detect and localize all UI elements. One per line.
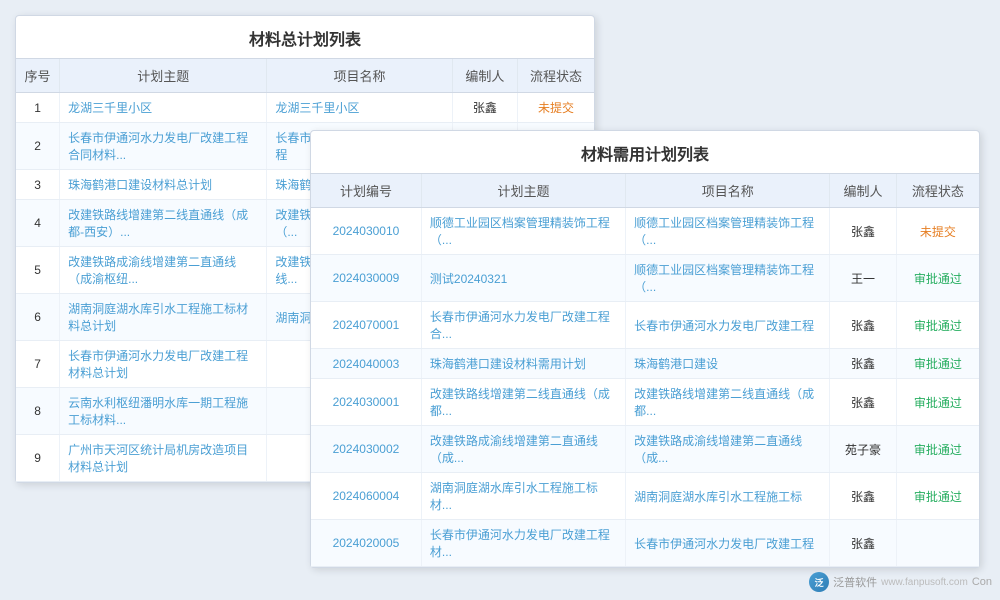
cell-code[interactable]: 2024030002 [311, 426, 421, 473]
table-row[interactable]: 2024020005 长春市伊通河水力发电厂改建工程材... 长春市伊通河水力发… [311, 520, 979, 567]
cell-status: 审批通过 [896, 255, 979, 302]
con-label: Con [972, 576, 992, 588]
cell-project[interactable]: 顺德工业园区档案管理精装饰工程（... [626, 208, 830, 255]
watermark-url: www.fanpusoft.com [881, 577, 968, 588]
table-row[interactable]: 2024030009 测试20240321 顺德工业园区档案管理精装饰工程（..… [311, 255, 979, 302]
cell-seq: 3 [16, 170, 60, 200]
cell-seq: 2 [16, 123, 60, 170]
cell-seq: 6 [16, 294, 60, 341]
cell-theme[interactable]: 珠海鹤港口建设材料需用计划 [421, 349, 625, 379]
cell-seq: 4 [16, 200, 60, 247]
col-seq: 序号 [16, 59, 60, 93]
table-row[interactable]: 2024070001 长春市伊通河水力发电厂改建工程合... 长春市伊通河水力发… [311, 302, 979, 349]
cell-theme[interactable]: 改建铁路成渝线增建第二直通线（成... [421, 426, 625, 473]
cell-project[interactable]: 长春市伊通河水力发电厂改建工程 [626, 520, 830, 567]
table-row[interactable]: 2024040003 珠海鹤港口建设材料需用计划 珠海鹤港口建设 张鑫 审批通过 [311, 349, 979, 379]
cell-editor: 王一 [830, 255, 896, 302]
cell-editor: 张鑫 [830, 208, 896, 255]
table-row[interactable]: 2024060004 湖南洞庭湖水库引水工程施工标材... 湖南洞庭湖水库引水工… [311, 473, 979, 520]
watermark-logo: 泛 [809, 572, 829, 592]
cell-code[interactable]: 2024030009 [311, 255, 421, 302]
cell-seq: 9 [16, 435, 60, 482]
cell-status: 未提交 [896, 208, 979, 255]
table-total-header: 序号 计划主题 项目名称 编制人 流程状态 [16, 59, 594, 93]
cell-project[interactable]: 龙湖三千里小区 [267, 93, 452, 123]
cell-theme[interactable]: 龙湖三千里小区 [60, 93, 267, 123]
cell-seq: 5 [16, 247, 60, 294]
panel-material-need: 材料需用计划列表 计划编号 计划主题 项目名称 编制人 流程状态 2024030… [310, 130, 980, 568]
cell-theme[interactable]: 长春市伊通河水力发电厂改建工程材料总计划 [60, 341, 267, 388]
panel-need-title: 材料需用计划列表 [311, 131, 979, 174]
cell-theme[interactable]: 顺德工业园区档案管理精装饰工程（... [421, 208, 625, 255]
table-material-need: 计划编号 计划主题 项目名称 编制人 流程状态 2024030010 顺德工业园… [311, 174, 979, 567]
cell-code[interactable]: 2024060004 [311, 473, 421, 520]
cell-status: 审批通过 [896, 349, 979, 379]
cell-project[interactable]: 长春市伊通河水力发电厂改建工程 [626, 302, 830, 349]
watermark-text: 泛普软件 [833, 574, 877, 590]
col-project: 项目名称 [626, 174, 830, 208]
cell-status: 审批通过 [896, 473, 979, 520]
cell-code[interactable]: 2024020005 [311, 520, 421, 567]
cell-editor: 苑子豪 [830, 426, 896, 473]
cell-code[interactable]: 2024030001 [311, 379, 421, 426]
cell-status [896, 520, 979, 567]
cell-seq: 7 [16, 341, 60, 388]
col-theme: 计划主题 [421, 174, 625, 208]
cell-status: 未提交 [518, 93, 594, 123]
cell-theme[interactable]: 改建铁路线增建第二线直通线（成都... [421, 379, 625, 426]
table-row[interactable]: 1 龙湖三千里小区 龙湖三千里小区 张鑫 未提交 [16, 93, 594, 123]
cell-code[interactable]: 2024070001 [311, 302, 421, 349]
cell-theme[interactable]: 长春市伊通河水力发电厂改建工程合同材料... [60, 123, 267, 170]
cell-theme[interactable]: 改建铁路线增建第二线直通线（成都-西安）... [60, 200, 267, 247]
cell-project[interactable]: 顺德工业园区档案管理精装饰工程（... [626, 255, 830, 302]
cell-editor: 张鑫 [830, 520, 896, 567]
panel-total-title: 材料总计划列表 [16, 16, 594, 59]
cell-theme[interactable]: 珠海鹤港口建设材料总计划 [60, 170, 267, 200]
col-editor: 编制人 [452, 59, 517, 93]
col-theme: 计划主题 [60, 59, 267, 93]
cell-editor: 张鑫 [452, 93, 517, 123]
cell-code[interactable]: 2024030010 [311, 208, 421, 255]
table-row[interactable]: 2024030002 改建铁路成渝线增建第二直通线（成... 改建铁路成渝线增建… [311, 426, 979, 473]
cell-editor: 张鑫 [830, 473, 896, 520]
cell-theme[interactable]: 长春市伊通河水力发电厂改建工程合... [421, 302, 625, 349]
table-row[interactable]: 2024030001 改建铁路线增建第二线直通线（成都... 改建铁路线增建第二… [311, 379, 979, 426]
col-code: 计划编号 [311, 174, 421, 208]
cell-code[interactable]: 2024040003 [311, 349, 421, 379]
cell-status: 审批通过 [896, 302, 979, 349]
cell-theme[interactable]: 湖南洞庭湖水库引水工程施工标材料总计划 [60, 294, 267, 341]
table-row[interactable]: 2024030010 顺德工业园区档案管理精装饰工程（... 顺德工业园区档案管… [311, 208, 979, 255]
col-status: 流程状态 [896, 174, 979, 208]
cell-theme[interactable]: 云南水利枢纽潘明水库一期工程施工标材料... [60, 388, 267, 435]
cell-status: 审批通过 [896, 426, 979, 473]
cell-seq: 8 [16, 388, 60, 435]
col-status: 流程状态 [518, 59, 594, 93]
cell-theme[interactable]: 湖南洞庭湖水库引水工程施工标材... [421, 473, 625, 520]
cell-project[interactable]: 珠海鹤港口建设 [626, 349, 830, 379]
cell-editor: 张鑫 [830, 349, 896, 379]
cell-seq: 1 [16, 93, 60, 123]
watermark: 泛 泛普软件 www.fanpusoft.com Con [809, 572, 992, 592]
cell-editor: 张鑫 [830, 302, 896, 349]
cell-project[interactable]: 湖南洞庭湖水库引水工程施工标 [626, 473, 830, 520]
cell-theme[interactable]: 广州市天河区统计局机房改造项目材料总计划 [60, 435, 267, 482]
table-need-header: 计划编号 计划主题 项目名称 编制人 流程状态 [311, 174, 979, 208]
cell-status: 审批通过 [896, 379, 979, 426]
cell-theme[interactable]: 测试20240321 [421, 255, 625, 302]
cell-project[interactable]: 改建铁路线增建第二线直通线（成都... [626, 379, 830, 426]
col-editor: 编制人 [830, 174, 896, 208]
col-project: 项目名称 [267, 59, 452, 93]
cell-editor: 张鑫 [830, 379, 896, 426]
cell-project[interactable]: 改建铁路成渝线增建第二直通线（成... [626, 426, 830, 473]
cell-theme[interactable]: 长春市伊通河水力发电厂改建工程材... [421, 520, 625, 567]
cell-theme[interactable]: 改建铁路成渝线增建第二直通线（成渝枢纽... [60, 247, 267, 294]
